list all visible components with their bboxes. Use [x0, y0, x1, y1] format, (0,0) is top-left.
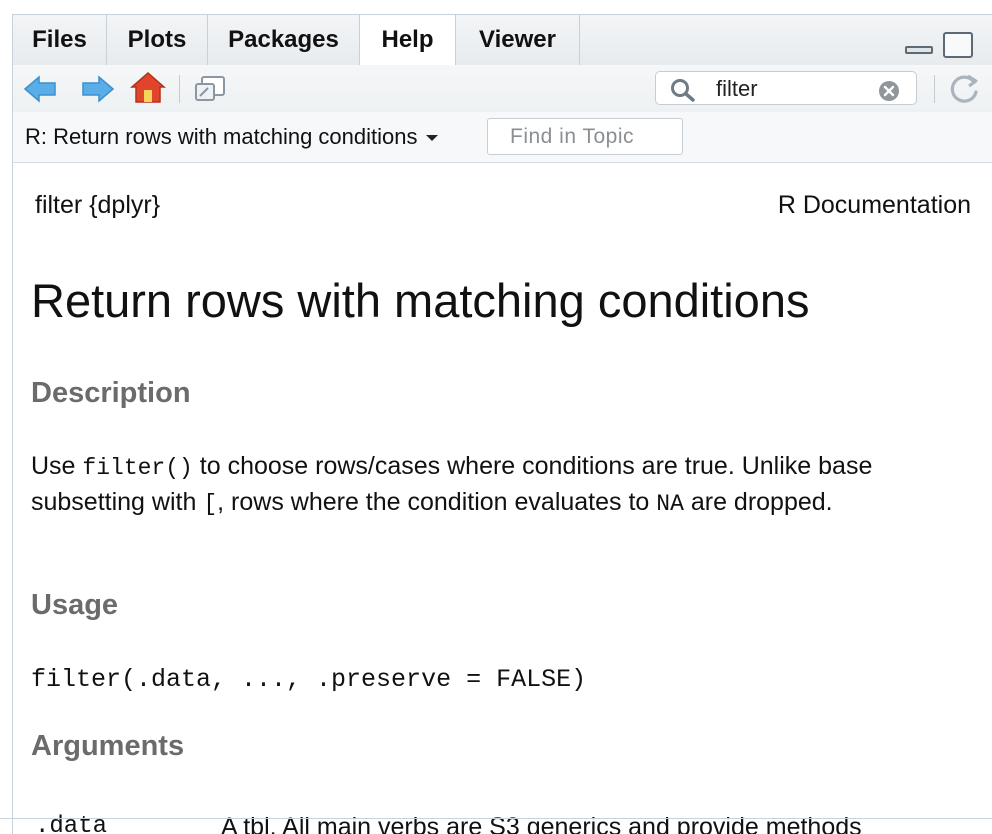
inline-code: NA: [656, 491, 684, 517]
help-search-box[interactable]: [655, 71, 917, 105]
help-pane: Files Plots Packages Help Viewer filter …: [12, 14, 992, 834]
tab-label: Files: [32, 26, 87, 53]
tab-viewer[interactable]: Viewer: [456, 15, 580, 65]
topic-title: R: Return rows with matching conditions: [25, 124, 418, 149]
r-documentation-label: R Documentation: [777, 191, 971, 219]
bottom-divider: [0, 818, 992, 819]
topic-history-dropdown[interactable]: R: Return rows with matching conditions: [25, 124, 438, 150]
usage-heading: Usage: [31, 589, 119, 621]
toolbar-divider: [934, 75, 935, 103]
tab-plots[interactable]: Plots: [107, 15, 208, 65]
tab-packages[interactable]: Packages: [208, 15, 360, 65]
inline-code: filter(): [82, 455, 193, 481]
arguments-heading: Arguments: [31, 730, 185, 762]
clear-icon[interactable]: [878, 80, 900, 107]
tab-label: Help: [381, 26, 434, 53]
show-in-new-window-icon[interactable]: [193, 73, 227, 110]
package-header: filter {dplyr}: [35, 191, 161, 219]
back-arrow-icon[interactable]: [23, 75, 57, 108]
help-toolbar: [13, 65, 992, 113]
usage-code: filter(.data, ..., .preserve = FALSE): [31, 665, 587, 694]
description-heading: Description: [31, 377, 191, 409]
tab-label: Plots: [127, 26, 187, 53]
chevron-down-icon: [425, 135, 438, 142]
minimize-pane-button[interactable]: [905, 46, 933, 54]
argument-name: .data: [35, 813, 108, 834]
argument-description: A tbl. All main verbs are S3 generics an…: [221, 813, 862, 834]
tab-label: Packages: [228, 26, 339, 53]
topic-bar: R: Return rows with matching conditions: [13, 112, 992, 163]
forward-arrow-icon[interactable]: [81, 75, 115, 108]
tab-files[interactable]: Files: [13, 15, 107, 65]
toolbar-divider: [179, 75, 180, 103]
description-segment: Use: [31, 452, 83, 480]
maximize-pane-button[interactable]: [943, 32, 973, 58]
page-title: Return rows with matching conditions: [31, 274, 810, 327]
description-text: Use filter() to choose rows/cases where …: [31, 449, 961, 521]
pane-tab-bar: Files Plots Packages Help Viewer: [13, 15, 992, 66]
help-search-input[interactable]: [716, 76, 876, 102]
refresh-icon[interactable]: [947, 72, 981, 111]
tab-help[interactable]: Help: [360, 15, 456, 66]
description-segment: are dropped.: [683, 488, 833, 516]
help-document: filter {dplyr} R Documentation Return ro…: [13, 163, 992, 834]
home-icon[interactable]: [129, 70, 167, 109]
find-in-topic-input[interactable]: [487, 118, 683, 155]
tab-label: Viewer: [479, 26, 556, 53]
search-icon: [670, 78, 696, 107]
inline-code: [: [203, 491, 218, 517]
description-segment: , rows where the condition evaluates to: [217, 488, 657, 516]
